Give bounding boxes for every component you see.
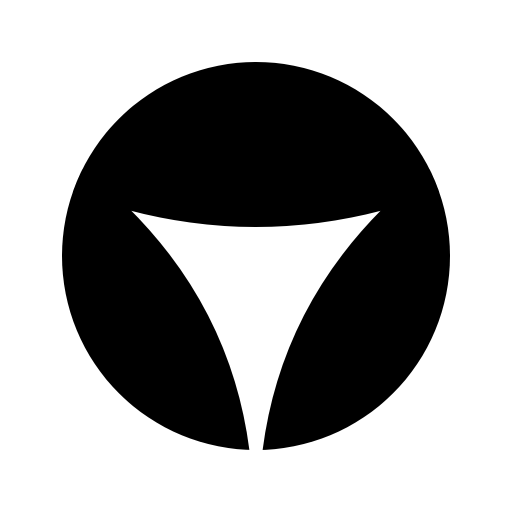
logo-canvas bbox=[0, 0, 512, 512]
circle-trefoil-mark-icon bbox=[62, 62, 450, 450]
logo-segments bbox=[62, 62, 450, 450]
